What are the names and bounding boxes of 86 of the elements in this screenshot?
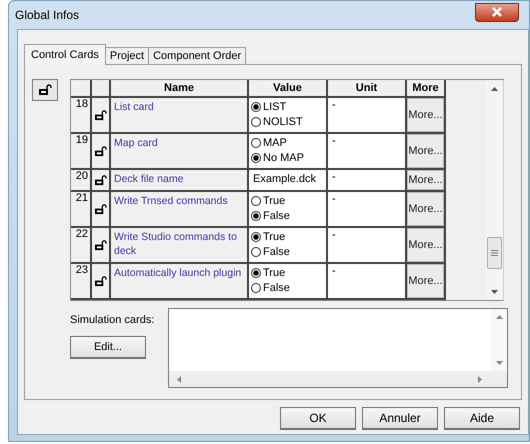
radio-button[interactable] bbox=[251, 138, 261, 148]
unit-cell: - bbox=[328, 98, 407, 134]
window-title: Global Infos bbox=[15, 8, 80, 22]
option-label: False bbox=[263, 282, 290, 294]
more-button[interactable]: More... bbox=[407, 192, 444, 226]
row-number: 20 bbox=[71, 170, 92, 192]
option-label: True bbox=[263, 266, 286, 278]
column-header: More bbox=[407, 80, 446, 98]
more-button[interactable]: More... bbox=[407, 134, 444, 168]
scrollbar[interactable] bbox=[486, 80, 503, 300]
row-number: 18 bbox=[71, 98, 92, 134]
close-button[interactable] bbox=[475, 2, 519, 22]
radio-option[interactable]: True bbox=[251, 193, 324, 208]
row-number: 19 bbox=[71, 134, 92, 170]
radio-option[interactable]: False bbox=[251, 280, 324, 295]
scroll-right-icon[interactable] bbox=[478, 376, 482, 382]
option-label: MAP bbox=[263, 136, 287, 148]
column-header: Name bbox=[111, 80, 249, 98]
option-label: True bbox=[263, 230, 286, 242]
unit-cell: - bbox=[328, 170, 407, 192]
radio-button[interactable] bbox=[251, 152, 261, 162]
radio-option[interactable]: No MAP bbox=[251, 150, 324, 165]
option-label: False bbox=[263, 246, 290, 258]
lock-icon bbox=[94, 240, 107, 250]
edit-button[interactable]: Edit... bbox=[70, 336, 146, 359]
lock-icon bbox=[94, 276, 107, 286]
dialog-button[interactable]: Annuler bbox=[362, 407, 438, 430]
column-header: Unit bbox=[328, 80, 407, 98]
radio-button[interactable] bbox=[251, 268, 261, 278]
scroll-left-icon[interactable] bbox=[177, 376, 182, 382]
parameter-name: Map card bbox=[111, 134, 249, 170]
dialog-button[interactable]: OK bbox=[280, 407, 356, 430]
row-number: 23 bbox=[71, 264, 92, 300]
lock-icon bbox=[94, 110, 107, 120]
tab[interactable]: Control Cards bbox=[24, 44, 106, 65]
radio-option[interactable]: False bbox=[251, 208, 324, 223]
row-number: 21 bbox=[71, 192, 92, 228]
parameter-name: Automatically launch plugin bbox=[111, 264, 249, 300]
tab[interactable]: Component Order bbox=[148, 47, 246, 64]
option-label: LIST bbox=[263, 100, 286, 112]
unit-cell: - bbox=[328, 228, 407, 264]
radio-option[interactable]: NOLIST bbox=[251, 114, 324, 129]
unit-cell: - bbox=[328, 264, 407, 300]
option-label: No MAP bbox=[263, 152, 304, 164]
radio-button[interactable] bbox=[251, 196, 261, 206]
radio-button[interactable] bbox=[251, 102, 261, 112]
dialog-button[interactable]: Aide bbox=[444, 407, 520, 430]
lock-icon bbox=[94, 174, 107, 186]
scroll-up-icon[interactable] bbox=[491, 86, 498, 90]
lock-icon bbox=[94, 204, 107, 214]
option-label: NOLIST bbox=[263, 116, 303, 128]
radio-option[interactable]: MAP bbox=[251, 135, 324, 150]
lock-icon bbox=[94, 146, 107, 156]
scroll-up-icon[interactable] bbox=[496, 315, 503, 319]
radio-option[interactable]: False bbox=[251, 244, 324, 259]
radio-button[interactable] bbox=[251, 116, 261, 126]
radio-button[interactable] bbox=[251, 246, 261, 256]
radio-option[interactable]: True bbox=[251, 229, 324, 244]
radio-option[interactable]: LIST bbox=[251, 99, 324, 114]
radio-button[interactable] bbox=[251, 232, 261, 242]
parameter-name: Write Trnsed commands bbox=[111, 192, 249, 228]
parameter-name: List card bbox=[111, 98, 249, 134]
simulation-cards-label: Simulation cards: bbox=[70, 314, 154, 326]
more-button[interactable]: More... bbox=[407, 228, 444, 262]
more-button[interactable]: More... bbox=[407, 170, 444, 190]
row-number: 22 bbox=[71, 228, 92, 264]
simulation-cards-field[interactable] bbox=[168, 308, 508, 388]
scroll-down-icon[interactable] bbox=[491, 290, 498, 294]
more-button[interactable]: More... bbox=[407, 98, 444, 132]
parameter-name: Deck file name bbox=[111, 170, 249, 192]
column-header: Value bbox=[249, 80, 328, 98]
option-label: False bbox=[263, 210, 290, 222]
unit-cell: - bbox=[328, 134, 407, 170]
scroll-thumb[interactable] bbox=[487, 237, 502, 269]
parameter-name: Write Studio commands to deck bbox=[111, 228, 249, 264]
radio-option[interactable]: True bbox=[251, 265, 324, 280]
radio-button[interactable] bbox=[251, 210, 261, 220]
option-label: True bbox=[263, 194, 286, 206]
lock-icon[interactable] bbox=[38, 84, 52, 96]
tab[interactable]: Project bbox=[104, 47, 150, 64]
close-icon[interactable] bbox=[490, 6, 504, 18]
radio-button[interactable] bbox=[251, 282, 261, 292]
unit-cell: - bbox=[328, 192, 407, 228]
lock-button[interactable] bbox=[32, 79, 58, 101]
scroll-down-icon[interactable] bbox=[496, 361, 503, 365]
more-button[interactable]: More... bbox=[407, 264, 444, 298]
